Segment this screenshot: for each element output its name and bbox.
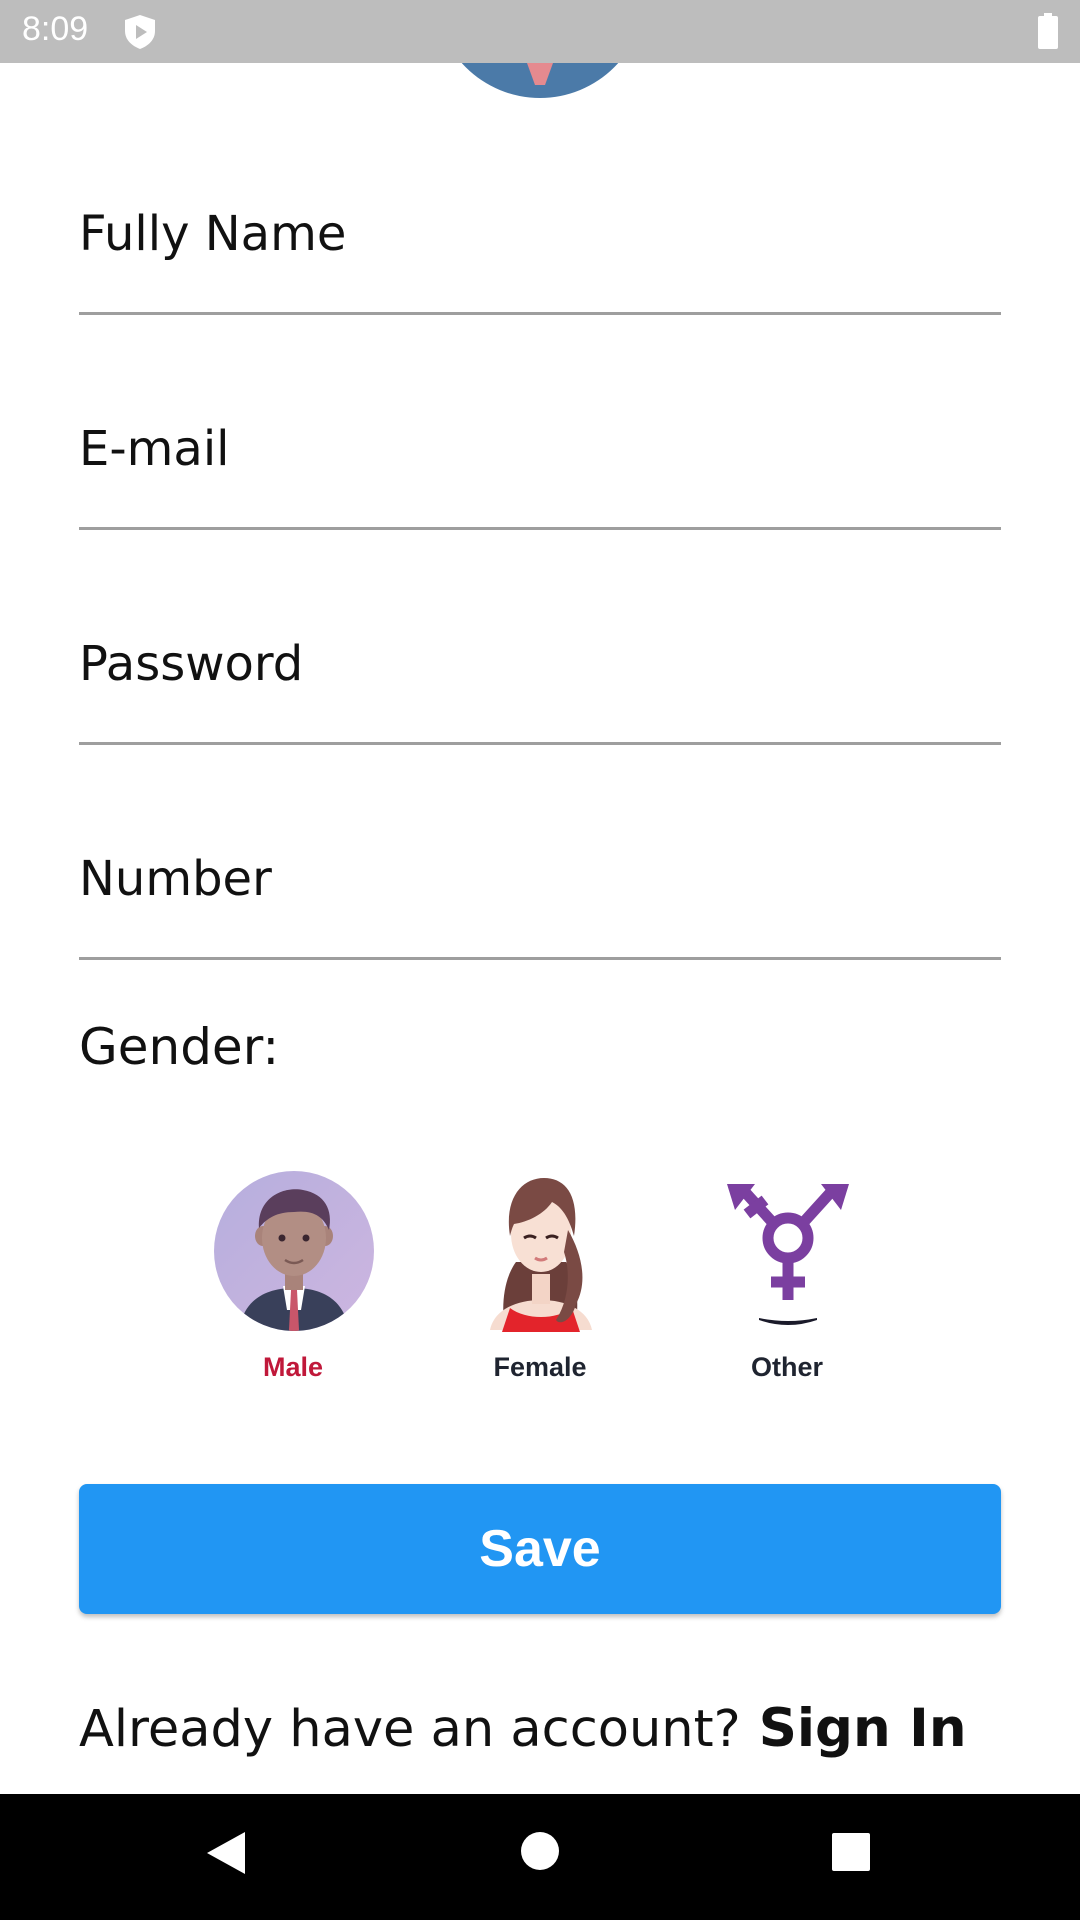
female-avatar-icon [490,1178,592,1332]
home-icon[interactable] [520,1831,560,1871]
gender-label-female: Female [493,1352,587,1382]
gender-label: Gender: [79,1018,280,1076]
signin-prompt: Already have an account? [79,1700,741,1759]
save-button[interactable]: Save [79,1484,1001,1614]
gender-option-other[interactable]: Other [697,1170,877,1390]
gender-label-male: Male [262,1352,324,1382]
signin-row: Already have an account? Sign In [79,1698,967,1768]
transgender-symbol-icon [727,1184,849,1325]
gender-option-female[interactable]: Female [450,1170,630,1390]
signin-link[interactable]: Sign In [759,1698,967,1759]
shield-icon [125,15,155,49]
recent-apps-icon[interactable] [831,1832,871,1872]
number-input[interactable] [79,851,1001,907]
status-time: 8:09 [22,10,89,48]
email-input[interactable] [79,421,1001,477]
gender-label-other: Other [750,1352,823,1382]
gender-option-male[interactable]: Male [203,1170,383,1390]
full-name-input[interactable] [79,206,1001,262]
password-input[interactable] [79,636,1001,692]
back-icon[interactable] [205,1830,247,1876]
email-field [79,410,1001,530]
navigation-bar [0,1794,1080,1920]
battery-icon [1038,13,1058,49]
full-name-field [79,195,1001,315]
male-avatar-icon [214,1171,374,1331]
password-field [79,625,1001,745]
profile-avatar[interactable] [435,63,645,98]
number-field [79,840,1001,960]
status-bar: 8:09 [0,0,1080,63]
